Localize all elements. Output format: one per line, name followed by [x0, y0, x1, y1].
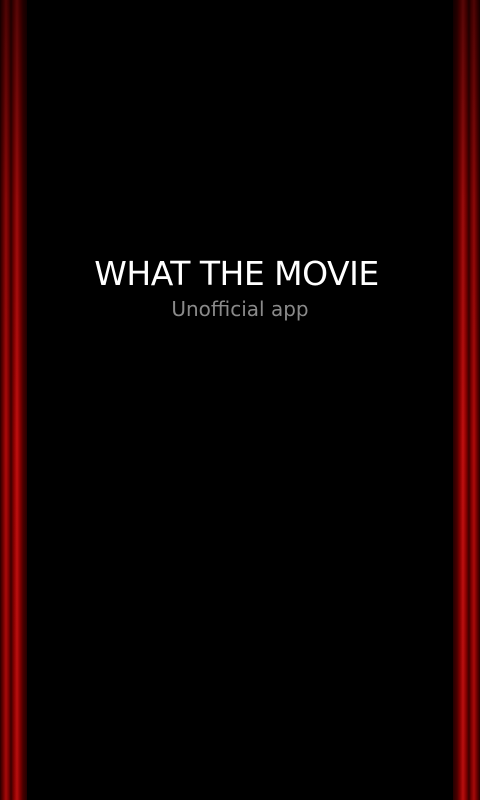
right-curtain-image [453, 0, 480, 800]
app-title: WHAT THE MOVIE [94, 254, 379, 293]
splash-screen: WHAT THE MOVIE Unofficial app [0, 0, 480, 800]
title-block: WHAT THE MOVIE Unofficial app [0, 254, 480, 322]
left-curtain-image [0, 0, 27, 800]
app-subtitle: Unofficial app [171, 297, 309, 321]
